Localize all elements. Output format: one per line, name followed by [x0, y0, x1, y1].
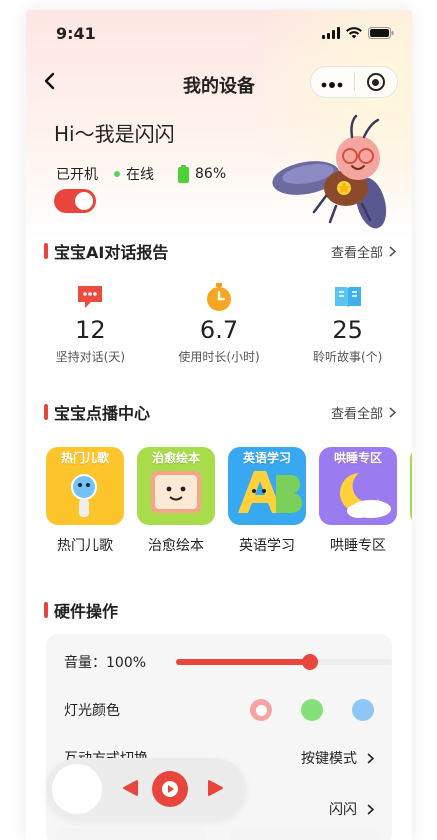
hardware-header: 硬件操作: [44, 598, 396, 622]
power-status-label: 已开机: [56, 167, 98, 183]
status-icons: [322, 27, 394, 39]
previous-track-icon[interactable]: [120, 778, 140, 798]
vod-item-label: 热门儿歌: [57, 538, 113, 554]
vod-cover: 热门儿歌: [46, 447, 124, 525]
section-accent-bar: [44, 404, 48, 420]
floating-audio-player: [46, 758, 246, 820]
stat-label: 聆听故事(个): [312, 350, 383, 364]
bottom-card-right: [230, 828, 380, 840]
stat-value: 6.7: [199, 316, 239, 344]
chat-bubble-icon: [78, 286, 103, 308]
book-icon: [334, 287, 361, 308]
light-color-label: 灯光颜色: [64, 703, 120, 719]
chevron-right-icon: [389, 406, 396, 418]
next-track-icon[interactable]: [206, 778, 226, 798]
vod-item-label: 哄睡专区: [330, 538, 386, 554]
play-icon: [162, 781, 178, 797]
stat-stories[interactable]: 25 聆听故事(个): [283, 282, 412, 382]
status-bar: 9:41: [26, 24, 412, 48]
stat-value: 25: [332, 316, 363, 344]
play-button[interactable]: [152, 771, 188, 807]
moon-cloud-icon: [339, 473, 391, 518]
letters-ab-icon: [238, 471, 302, 513]
online-dot-icon: [114, 171, 120, 177]
mini-program-capsule: [310, 66, 398, 98]
more-menu-button[interactable]: [311, 73, 354, 92]
light-color-options: [250, 699, 374, 721]
signal-icon: [322, 27, 340, 39]
view-all-label: 查看全部: [330, 406, 383, 422]
battery-percent: 86%: [195, 166, 227, 182]
volume-label: 音量：100%: [64, 655, 147, 671]
power-toggle[interactable]: [54, 189, 96, 213]
vod-cover: 治愈绘本: [137, 447, 215, 525]
vod-item-english[interactable]: 英语学习 英语学习: [228, 447, 306, 555]
section-accent-bar: [44, 602, 48, 618]
vod-item-sleep[interactable]: 哄睡专区 哄睡专区: [319, 447, 397, 555]
navigation-bar: 我的设备: [26, 66, 412, 102]
chevron-right-icon: [367, 752, 374, 764]
volume-slider[interactable]: [176, 654, 392, 670]
phone-frame: 9:41 我的设备 Hi～我是闪闪 已开机 在线 86% 宝宝AI对话报告 查看…: [26, 10, 412, 840]
toggle-knob: [75, 192, 93, 210]
vod-item-label: 英语学习: [239, 538, 295, 554]
vod-item-partial[interactable]: [410, 447, 412, 555]
timer-icon: [207, 283, 231, 311]
device-status-row: 已开机 在线 86%: [56, 164, 226, 184]
bottom-card-left: [56, 828, 206, 840]
vod-view-all-link[interactable]: 查看全部: [331, 403, 396, 422]
device-name-text: 闪闪: [329, 802, 357, 818]
chevron-right-icon: [367, 803, 374, 815]
vod-item-label: 治愈绘本: [148, 538, 204, 554]
stat-value: 12: [75, 316, 106, 344]
status-time: 9:41: [56, 24, 96, 43]
view-all-label: 查看全部: [330, 245, 383, 261]
chevron-right-icon: [389, 245, 396, 257]
interaction-mode-value: 按键模式: [301, 748, 374, 768]
microphone-icon: [71, 474, 97, 517]
stat-chat-days[interactable]: 12 坚持对话(天): [26, 282, 155, 382]
online-status-label: 在线: [126, 167, 154, 183]
vod-item-songs[interactable]: 热门儿歌 热门儿歌: [46, 447, 124, 555]
vod-category-scroller[interactable]: 热门儿歌 热门儿歌 治愈绘本 治愈绘本 英语学习 英语学习 哄睡专区 哄睡专区: [46, 447, 412, 557]
close-mini-program-button[interactable]: [354, 73, 397, 91]
vod-center-title: 宝宝点播中心: [54, 404, 151, 423]
device-name-value: 闪闪: [329, 799, 374, 819]
battery-status-icon: [368, 27, 394, 39]
interaction-mode-text: 按键模式: [301, 751, 357, 767]
vod-cover: 英语学习: [228, 447, 306, 525]
bottom-card-tops: [26, 828, 380, 840]
ai-report-title: 宝宝AI对话报告: [54, 243, 169, 262]
stat-label: 坚持对话(天): [55, 350, 126, 364]
storybook-icon: [151, 471, 201, 513]
device-greeting: Hi～我是闪闪: [54, 122, 175, 146]
vod-cover: [410, 447, 412, 525]
hardware-title: 硬件操作: [54, 602, 119, 621]
vod-center-header: 宝宝点播中心 查看全部: [44, 400, 396, 424]
vod-cover: 哄睡专区: [319, 447, 397, 525]
light-color-blue-swatch[interactable]: [352, 699, 374, 721]
volume-row: 音量：100%: [64, 650, 392, 674]
light-color-green-swatch[interactable]: [301, 699, 323, 721]
vod-item-picture-books[interactable]: 治愈绘本 治愈绘本: [137, 447, 215, 555]
ai-report-view-all-link[interactable]: 查看全部: [331, 242, 396, 261]
section-accent-bar: [44, 243, 48, 259]
more-dots-icon: [321, 81, 343, 88]
stat-label: 使用时长(小时): [178, 350, 260, 364]
firefly-mascot-illustration: [272, 114, 387, 229]
ai-report-header: 宝宝AI对话报告 查看全部: [44, 239, 396, 263]
stat-usage-hours[interactable]: 6.7 使用时长(小时): [155, 282, 284, 382]
player-cover-avatar[interactable]: [52, 764, 102, 814]
light-color-pink-swatch[interactable]: [250, 699, 272, 721]
ai-report-stats: 12 坚持对话(天) 6.7 使用时长(小时) 25 聆听故事(个): [26, 282, 412, 382]
target-circle-icon: [366, 73, 385, 91]
battery-icon: [178, 165, 189, 183]
volume-slider-fill: [176, 659, 310, 665]
light-color-row: 灯光颜色: [64, 698, 374, 722]
volume-slider-handle[interactable]: [301, 654, 318, 670]
wifi-icon: [346, 27, 362, 39]
